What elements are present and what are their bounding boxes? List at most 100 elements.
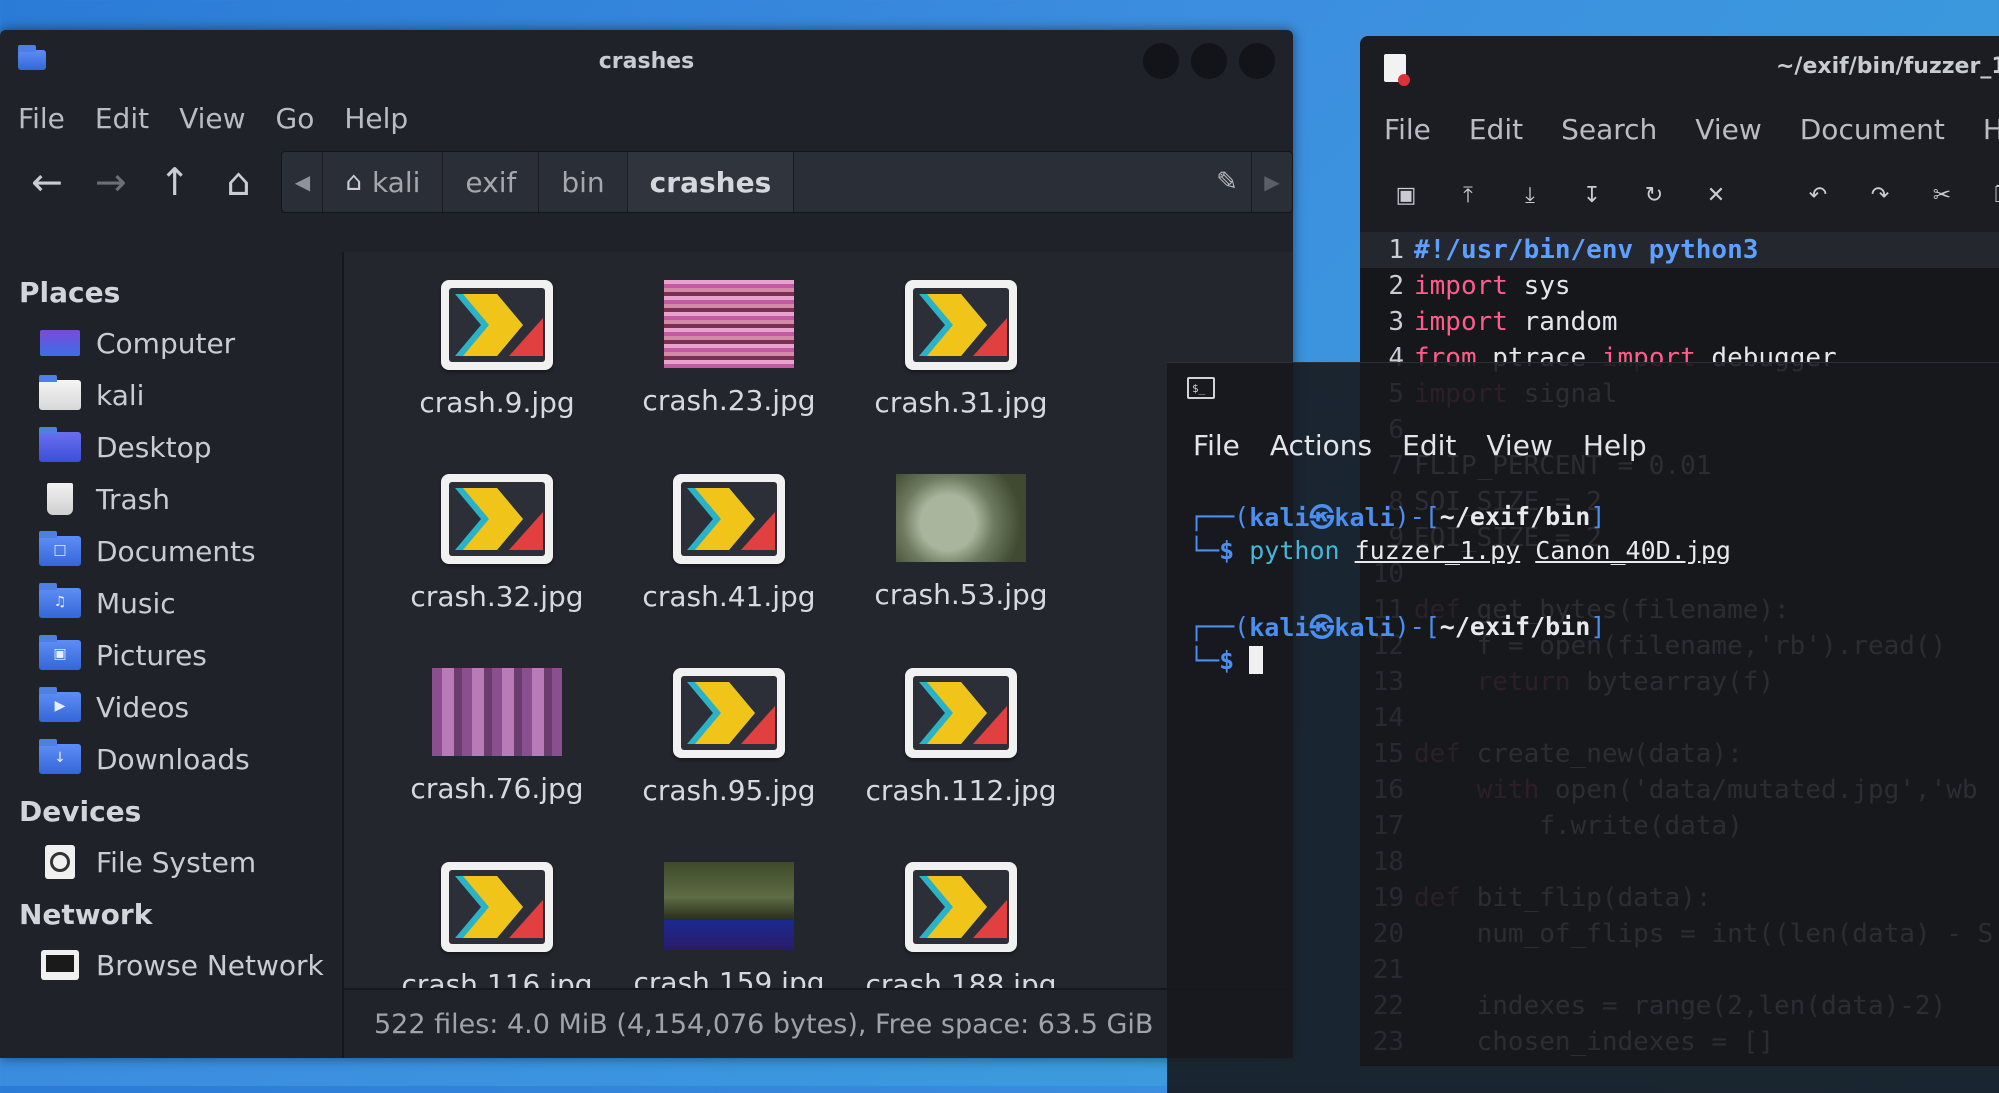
file-item[interactable]: crash.76.jpg	[392, 668, 602, 805]
redo-icon[interactable]: ↷	[1864, 183, 1896, 208]
terminal-window: $_ File Actions Edit View Help ┌──(kali㉿…	[1167, 362, 1999, 1093]
undo-icon[interactable]: ↶	[1802, 183, 1834, 208]
up-arrow-icon[interactable]: ↑	[146, 156, 204, 208]
file-item[interactable]: crash.112.jpg	[856, 668, 1066, 807]
edit-path-pencil-icon[interactable]: ✎	[1203, 152, 1252, 212]
file-item[interactable]: crash.159.jpg	[624, 862, 834, 999]
file-item[interactable]: crash.53.jpg	[856, 474, 1066, 611]
terminal-titlebar[interactable]: $_	[1167, 363, 1999, 417]
editor-titlebar[interactable]: ~/exif/bin/fuzzer_1.p	[1360, 36, 1999, 100]
code-line: 2 import sys	[1360, 268, 1999, 304]
save-as-icon[interactable]: ↧	[1576, 183, 1608, 208]
file-manager-titlebar[interactable]: crashes	[0, 30, 1293, 92]
toolbar: ← → ↑ ⌂ ◀ ⌂ kali exif bin crashes ✎ ▶	[0, 144, 1293, 220]
terminal-menu-actions[interactable]: Actions	[1270, 429, 1372, 462]
editor-menu-edit[interactable]: Edit	[1469, 113, 1523, 146]
upload-icon[interactable]: ⤒	[1452, 183, 1484, 208]
pictures-folder-icon: ▣	[38, 635, 82, 673]
path-left-arrow-icon[interactable]: ◀	[282, 152, 324, 212]
file-name: crash.53.jpg	[874, 578, 1048, 611]
sidebar-item-videos[interactable]: ▶ Videos	[0, 681, 342, 733]
sidebar-item-pictures[interactable]: ▣ Pictures	[0, 629, 342, 681]
close-button[interactable]	[1239, 43, 1275, 79]
menu-help[interactable]: Help	[344, 102, 408, 135]
command-name: python	[1249, 535, 1340, 565]
sidebar-item-label: Browse Network	[96, 948, 324, 982]
editor-menu-help[interactable]: Help	[1983, 113, 1999, 146]
sidebar-item-documents[interactable]: □ Documents	[0, 525, 342, 577]
minimize-button[interactable]	[1143, 43, 1179, 79]
terminal-app-icon: $_	[1187, 377, 1215, 399]
sidebar-item-desktop[interactable]: Desktop	[0, 421, 342, 473]
sidebar-item-music[interactable]: ♫ Music	[0, 577, 342, 629]
reload-icon[interactable]: ↻	[1638, 183, 1670, 208]
file-grid: crash.9.jpg crash.23.jpg crash.31.jpg crash…	[344, 252, 1293, 1001]
maximize-button[interactable]	[1191, 43, 1227, 79]
sidebar-item-downloads[interactable]: ↓ Downloads	[0, 733, 342, 785]
file-view: crash.9.jpg crash.23.jpg crash.31.jpg crash…	[344, 252, 1293, 1058]
sidebar-item-label: Music	[96, 586, 176, 620]
terminal-menu-view[interactable]: View	[1486, 429, 1552, 462]
sidebar-item-label: File System	[96, 845, 257, 879]
copy-icon[interactable]: ❐	[1988, 183, 1999, 208]
prompt-cwd: ~/exif/bin	[1439, 501, 1591, 531]
forward-arrow-icon[interactable]: →	[82, 156, 140, 208]
image-thumbnail	[664, 280, 794, 368]
devices-heading: Devices	[19, 795, 142, 828]
file-item[interactable]: crash.32.jpg	[392, 474, 602, 613]
menu-file[interactable]: File	[18, 102, 65, 135]
editor-menubar: File Edit Search View Document Help	[1360, 100, 1999, 158]
file-item[interactable]: crash.116.jpg	[392, 862, 602, 1001]
home-small-icon: ⌂	[345, 167, 362, 197]
text-cursor	[1249, 646, 1264, 674]
menu-go[interactable]: Go	[276, 102, 315, 135]
editor-menu-view[interactable]: View	[1695, 113, 1761, 146]
sidebar-item-file-system[interactable]: File System	[0, 836, 342, 888]
documents-folder-icon: □	[38, 531, 82, 569]
sidebar-item-computer[interactable]: Computer	[0, 317, 342, 369]
editor-menu-file[interactable]: File	[1384, 113, 1431, 146]
terminal-menu-file[interactable]: File	[1193, 429, 1240, 462]
line-number: 3	[1388, 307, 1404, 337]
path-segment-bin[interactable]: bin	[539, 152, 628, 212]
sidebar-item-browse-network[interactable]: Browse Network	[0, 939, 342, 991]
command-arg-script: fuzzer_1.py	[1354, 535, 1521, 565]
path-segment-kali[interactable]: ⌂ kali	[323, 152, 444, 212]
code-token: import	[1414, 307, 1508, 337]
prompt-header-2: ┌──(kali㉿kali)-[~/exif/bin]	[1189, 609, 1999, 643]
home-folder-icon	[38, 375, 82, 413]
back-arrow-icon[interactable]: ←	[18, 156, 76, 208]
menu-view[interactable]: View	[179, 102, 245, 135]
code-line: 3 import random	[1360, 304, 1999, 340]
file-item[interactable]: crash.31.jpg	[856, 280, 1066, 419]
editor-menu-document[interactable]: Document	[1800, 113, 1945, 146]
terminal-menu-help[interactable]: Help	[1583, 429, 1647, 462]
file-item[interactable]: crash.41.jpg	[624, 474, 834, 613]
file-name: crash.32.jpg	[410, 580, 584, 613]
menu-edit[interactable]: Edit	[95, 102, 149, 135]
file-item[interactable]: crash.95.jpg	[624, 668, 834, 807]
path-segment-exif[interactable]: exif	[443, 152, 540, 212]
editor-menu-search[interactable]: Search	[1561, 113, 1657, 146]
file-item[interactable]: crash.188.jpg	[856, 862, 1066, 1001]
window-title: crashes	[598, 48, 695, 74]
path-right-arrow-icon[interactable]: ▶	[1252, 152, 1292, 212]
close-document-icon[interactable]: ✕	[1700, 183, 1732, 208]
file-item[interactable]: crash.23.jpg	[624, 280, 834, 417]
terminal-output[interactable]: ┌──(kali㉿kali)-[~/exif/bin] └─ $ python f…	[1167, 473, 1999, 677]
desktop-folder-icon	[38, 427, 82, 465]
path-segment-crashes[interactable]: crashes	[627, 152, 795, 212]
sidebar-item-label: kali	[96, 378, 145, 412]
cut-icon[interactable]: ✂	[1926, 183, 1958, 208]
drive-icon	[38, 844, 82, 880]
image-file-icon	[441, 474, 553, 564]
terminal-menu-edit[interactable]: Edit	[1402, 429, 1456, 462]
file-item[interactable]: crash.9.jpg	[392, 280, 602, 419]
prompt-symbol: $	[1219, 645, 1235, 675]
sidebar-item-kali[interactable]: kali	[0, 369, 342, 421]
new-document-icon[interactable]: ▣	[1390, 183, 1422, 208]
download-icon[interactable]: ⤓	[1514, 183, 1546, 208]
home-icon[interactable]: ⌂	[210, 156, 268, 208]
sidebar-item-trash[interactable]: Trash	[0, 473, 342, 525]
places-heading: Places	[19, 276, 121, 309]
